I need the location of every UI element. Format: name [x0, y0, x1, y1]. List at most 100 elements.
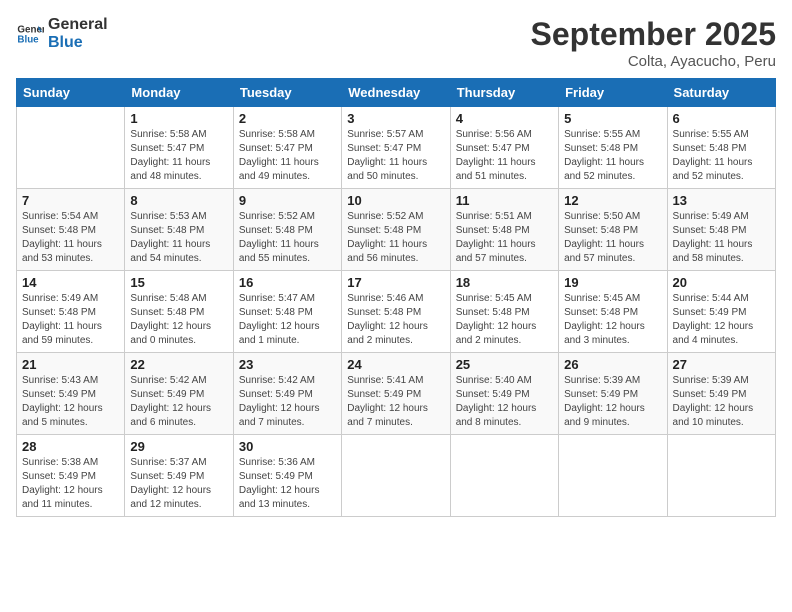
day-info: Sunrise: 5:39 AMSunset: 5:49 PMDaylight:…	[673, 374, 770, 430]
calendar-cell: 12 Sunrise: 5:50 AMSunset: 5:48 PMDayligh…	[559, 189, 667, 271]
day-info: Sunrise: 5:54 AMSunset: 5:48 PMDaylight:…	[22, 210, 119, 266]
calendar-cell: 22Sunrise: 5:42 AMSunset: 5:49 PMDayligh…	[125, 353, 233, 435]
day-info: Sunrise: 5:45 AMSunset: 5:48 PMDaylight:…	[564, 292, 661, 348]
day-info: Sunrise: 5:55 AMSunset: 5:48 PMDaylight:…	[564, 128, 661, 184]
calendar-cell	[667, 435, 775, 517]
day-number: 6	[673, 111, 770, 126]
calendar-cell: 16 Sunrise: 5:47 AMSunset: 5:48 PMDayligh…	[233, 271, 341, 353]
calendar-week-2: 14 Sunrise: 5:49 AMSunset: 5:48 PMDayligh…	[17, 271, 776, 353]
day-info: Sunrise: 5:37 AMSunset: 5:49 PMDaylight:…	[130, 456, 227, 512]
col-header-wednesday: Wednesday	[342, 79, 450, 107]
day-number: 16	[239, 275, 336, 290]
col-header-saturday: Saturday	[667, 79, 775, 107]
calendar-cell: 3Sunrise: 5:57 AMSunset: 5:47 PMDaylight…	[342, 107, 450, 189]
calendar-cell: 25 Sunrise: 5:40 AMSunset: 5:49 PMDayligh…	[450, 353, 558, 435]
calendar-cell: 13 Sunrise: 5:49 AMSunset: 5:48 PMDayligh…	[667, 189, 775, 271]
day-info: Sunrise: 5:40 AMSunset: 5:49 PMDaylight:…	[456, 374, 553, 430]
page-header: General Blue General Blue September 2025…	[16, 16, 776, 70]
calendar-cell: 7 Sunrise: 5:54 AMSunset: 5:48 PMDaylight…	[17, 189, 125, 271]
day-number: 26	[564, 357, 661, 372]
calendar-cell: 11Sunrise: 5:51 AMSunset: 5:48 PMDayligh…	[450, 189, 558, 271]
calendar-cell: 30Sunrise: 5:36 AMSunset: 5:49 PMDayligh…	[233, 435, 341, 517]
calendar-cell: 24 Sunrise: 5:41 AMSunset: 5:49 PMDayligh…	[342, 353, 450, 435]
calendar-cell: 9 Sunrise: 5:52 AMSunset: 5:48 PMDaylight…	[233, 189, 341, 271]
calendar-cell: 26 Sunrise: 5:39 AMSunset: 5:49 PMDayligh…	[559, 353, 667, 435]
day-number: 1	[130, 111, 227, 126]
calendar-header-row: SundayMondayTuesdayWednesdayThursdayFrid…	[17, 79, 776, 107]
calendar-cell: 15 Sunrise: 5:48 AMSunset: 5:48 PMDayligh…	[125, 271, 233, 353]
day-info: Sunrise: 5:47 AMSunset: 5:48 PMDaylight:…	[239, 292, 336, 348]
day-number: 9	[239, 193, 336, 208]
col-header-friday: Friday	[559, 79, 667, 107]
day-number: 15	[130, 275, 227, 290]
day-info: Sunrise: 5:55 AMSunset: 5:48 PMDaylight:…	[673, 128, 770, 184]
calendar-week-3: 21Sunrise: 5:43 AMSunset: 5:49 PMDayligh…	[17, 353, 776, 435]
day-number: 8	[130, 193, 227, 208]
logo-general: General	[48, 16, 108, 34]
day-info: Sunrise: 5:49 AMSunset: 5:48 PMDaylight:…	[673, 210, 770, 266]
day-info: Sunrise: 5:46 AMSunset: 5:48 PMDaylight:…	[347, 292, 444, 348]
day-number: 5	[564, 111, 661, 126]
day-info: Sunrise: 5:48 AMSunset: 5:48 PMDaylight:…	[130, 292, 227, 348]
title-block: September 2025 Colta, Ayacucho, Peru	[531, 16, 776, 70]
day-info: Sunrise: 5:45 AMSunset: 5:48 PMDaylight:…	[456, 292, 553, 348]
day-info: Sunrise: 5:43 AMSunset: 5:49 PMDaylight:…	[22, 374, 119, 430]
day-number: 27	[673, 357, 770, 372]
day-number: 18	[456, 275, 553, 290]
day-info: Sunrise: 5:58 AMSunset: 5:47 PMDaylight:…	[130, 128, 227, 184]
calendar-week-1: 7 Sunrise: 5:54 AMSunset: 5:48 PMDaylight…	[17, 189, 776, 271]
month-title: September 2025	[531, 16, 776, 53]
calendar-cell	[342, 435, 450, 517]
day-number: 30	[239, 439, 336, 454]
col-header-tuesday: Tuesday	[233, 79, 341, 107]
calendar-cell: 8Sunrise: 5:53 AMSunset: 5:48 PMDaylight…	[125, 189, 233, 271]
day-info: Sunrise: 5:49 AMSunset: 5:48 PMDaylight:…	[22, 292, 119, 348]
day-info: Sunrise: 5:58 AMSunset: 5:47 PMDaylight:…	[239, 128, 336, 184]
day-info: Sunrise: 5:52 AMSunset: 5:48 PMDaylight:…	[347, 210, 444, 266]
day-number: 3	[347, 111, 444, 126]
calendar-cell: 27 Sunrise: 5:39 AMSunset: 5:49 PMDayligh…	[667, 353, 775, 435]
calendar-cell: 17 Sunrise: 5:46 AMSunset: 5:48 PMDayligh…	[342, 271, 450, 353]
day-number: 28	[22, 439, 119, 454]
calendar-week-4: 28 Sunrise: 5:38 AMSunset: 5:49 PMDayligh…	[17, 435, 776, 517]
calendar-cell: 2 Sunrise: 5:58 AMSunset: 5:47 PMDaylight…	[233, 107, 341, 189]
calendar-cell: 18 Sunrise: 5:45 AMSunset: 5:48 PMDayligh…	[450, 271, 558, 353]
day-info: Sunrise: 5:51 AMSunset: 5:48 PMDaylight:…	[456, 210, 553, 266]
day-number: 24	[347, 357, 444, 372]
day-number: 25	[456, 357, 553, 372]
logo-icon: General Blue	[16, 20, 44, 48]
calendar-cell	[450, 435, 558, 517]
calendar-cell: 5 Sunrise: 5:55 AMSunset: 5:48 PMDaylight…	[559, 107, 667, 189]
day-number: 29	[130, 439, 227, 454]
col-header-thursday: Thursday	[450, 79, 558, 107]
calendar-cell: 28 Sunrise: 5:38 AMSunset: 5:49 PMDayligh…	[17, 435, 125, 517]
day-number: 7	[22, 193, 119, 208]
calendar-week-0: 1 Sunrise: 5:58 AMSunset: 5:47 PMDaylight…	[17, 107, 776, 189]
day-info: Sunrise: 5:42 AMSunset: 5:49 PMDaylight:…	[239, 374, 336, 430]
day-info: Sunrise: 5:50 AMSunset: 5:48 PMDaylight:…	[564, 210, 661, 266]
col-header-monday: Monday	[125, 79, 233, 107]
day-number: 23	[239, 357, 336, 372]
day-info: Sunrise: 5:52 AMSunset: 5:48 PMDaylight:…	[239, 210, 336, 266]
day-number: 20	[673, 275, 770, 290]
calendar-cell: 14 Sunrise: 5:49 AMSunset: 5:48 PMDayligh…	[17, 271, 125, 353]
day-info: Sunrise: 5:41 AMSunset: 5:49 PMDaylight:…	[347, 374, 444, 430]
day-info: Sunrise: 5:44 AMSunset: 5:49 PMDaylight:…	[673, 292, 770, 348]
day-number: 14	[22, 275, 119, 290]
day-number: 4	[456, 111, 553, 126]
calendar-cell: 10Sunrise: 5:52 AMSunset: 5:48 PMDayligh…	[342, 189, 450, 271]
day-number: 2	[239, 111, 336, 126]
day-number: 12	[564, 193, 661, 208]
day-info: Sunrise: 5:39 AMSunset: 5:49 PMDaylight:…	[564, 374, 661, 430]
day-info: Sunrise: 5:56 AMSunset: 5:47 PMDaylight:…	[456, 128, 553, 184]
day-number: 17	[347, 275, 444, 290]
calendar-table: SundayMondayTuesdayWednesdayThursdayFrid…	[16, 78, 776, 517]
calendar-cell: 6 Sunrise: 5:55 AMSunset: 5:48 PMDaylight…	[667, 107, 775, 189]
day-number: 19	[564, 275, 661, 290]
calendar-cell: 4 Sunrise: 5:56 AMSunset: 5:47 PMDaylight…	[450, 107, 558, 189]
calendar-cell: 21Sunrise: 5:43 AMSunset: 5:49 PMDayligh…	[17, 353, 125, 435]
calendar-cell	[17, 107, 125, 189]
location-subtitle: Colta, Ayacucho, Peru	[531, 53, 776, 70]
day-number: 13	[673, 193, 770, 208]
day-info: Sunrise: 5:38 AMSunset: 5:49 PMDaylight:…	[22, 456, 119, 512]
